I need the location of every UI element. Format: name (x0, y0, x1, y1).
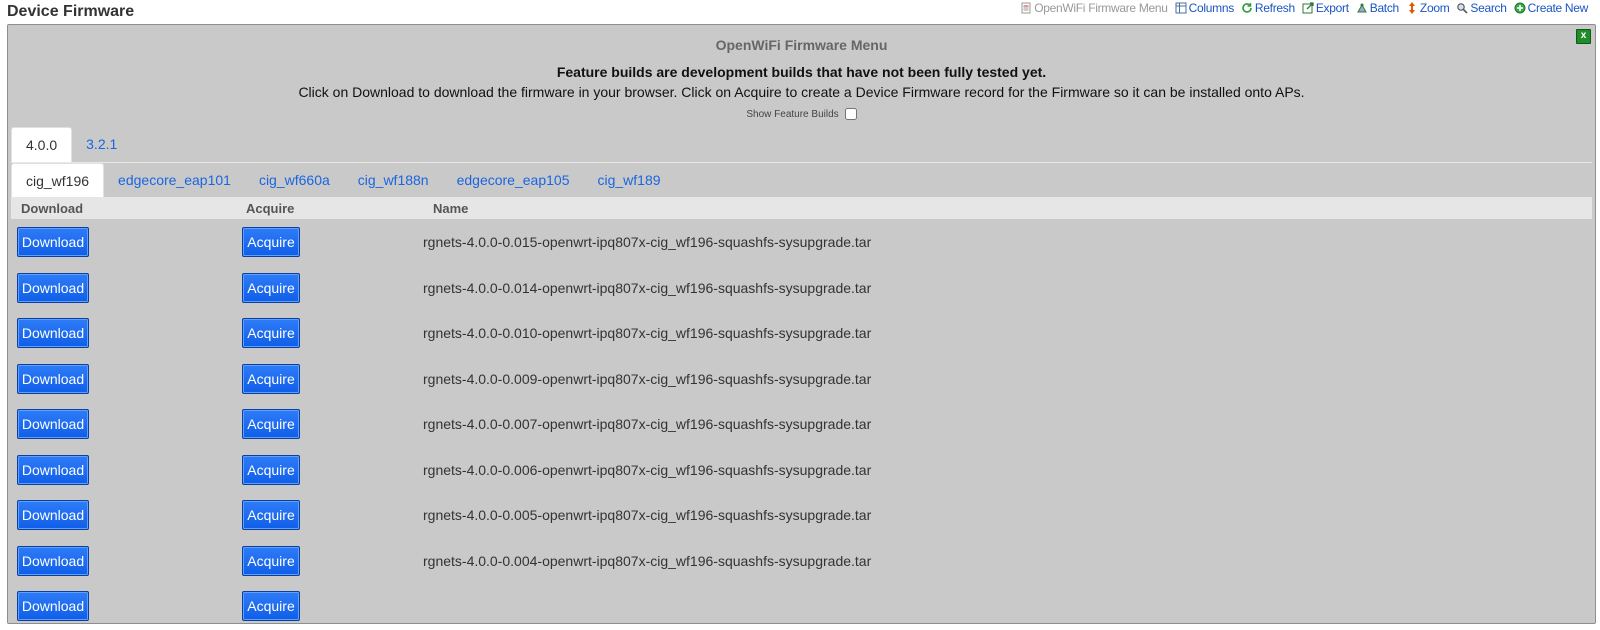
search-icon (1456, 2, 1468, 14)
tab-version-3-2-1[interactable]: 3.2.1 (72, 127, 131, 162)
tab-model-cig-wf188n[interactable]: cig_wf188n (344, 163, 443, 198)
download-button[interactable]: Download (17, 545, 89, 576)
panel-title: OpenWiFi Firmware Menu (715, 37, 888, 53)
table-row: Download Acquire rgnets-4.0.0-0.010-open… (11, 311, 1592, 357)
firmware-name: rgnets-4.0.0-0.005-openwrt-ipq807x-cig_w… (423, 507, 872, 523)
page-title: Device Firmware (7, 3, 135, 20)
acquire-button[interactable]: Acquire (242, 454, 300, 485)
show-feature-builds: Show Feature Builds (8, 108, 1595, 120)
download-button[interactable]: Download (17, 591, 89, 621)
firmware-name: rgnets-4.0.0-0.009-openwrt-ipq807x-cig_w… (423, 370, 872, 387)
acquire-button[interactable]: Acquire (242, 409, 300, 439)
instructions-text: Click on Download to download the firmwa… (298, 84, 1305, 100)
search-button[interactable]: Search (1456, 1, 1507, 15)
search-label: Search (1470, 1, 1507, 15)
acquire-button[interactable]: Acquire (242, 591, 300, 621)
tab-model-cig-wf189[interactable]: cig_wf189 (583, 163, 674, 198)
zoom-button[interactable]: Zoom (1406, 1, 1450, 15)
feature-builds-notice: Feature builds are development builds th… (556, 64, 1047, 80)
firmware-name: rgnets-4.0.0-0.007-openwrt-ipq807x-cig_w… (423, 416, 872, 432)
columns-button[interactable]: Columns (1175, 1, 1234, 15)
download-button[interactable]: Download (17, 227, 89, 257)
acquire-button[interactable]: Acquire (242, 545, 300, 576)
export-button[interactable]: Export (1302, 1, 1349, 15)
firmware-table-body: Download Acquire rgnets-4.0.0-0.015-open… (11, 220, 1592, 630)
download-button[interactable]: Download (17, 500, 89, 530)
download-button[interactable]: Download (17, 409, 89, 439)
tab-version-4-0-0[interactable]: 4.0.0 (11, 127, 73, 162)
create-new-icon (1514, 2, 1526, 14)
firmware-name: rgnets-4.0.0-0.006-openwrt-ipq807x-cig_w… (423, 461, 872, 478)
firmware-table-header: Download Acquire Name (11, 197, 1592, 219)
toolbar-openwifi-menu-label: OpenWiFi Firmware Menu (1034, 1, 1168, 15)
firmware-menu-panel: x OpenWiFi Firmware Menu Feature builds … (7, 24, 1596, 624)
batch-icon (1356, 2, 1368, 14)
batch-button[interactable]: Batch (1356, 1, 1399, 15)
toolbar-openwifi-menu: OpenWiFi Firmware Menu (1020, 1, 1168, 15)
version-tabs: 4.0.0 3.2.1 (11, 127, 1592, 163)
table-row: Download Acquire rgnets-4.0.0-0.014-open… (11, 266, 1592, 312)
columns-label: Columns (1188, 1, 1235, 15)
firmware-name: rgnets-4.0.0-0.010-openwrt-ipq807x-cig_w… (423, 325, 872, 341)
download-button[interactable]: Download (17, 318, 89, 348)
zoom-icon (1406, 2, 1418, 14)
acquire-button[interactable]: Acquire (242, 500, 300, 530)
acquire-button[interactable]: Acquire (242, 318, 300, 348)
tab-model-edgecore-eap101[interactable]: edgecore_eap101 (104, 163, 245, 198)
firmware-name: rgnets-4.0.0-0.015-openwrt-ipq807x-cig_w… (423, 234, 872, 250)
create-new-label: Create New (1527, 1, 1589, 15)
table-row: Download Acquire rgnets-4.0.0-0.006-open… (11, 448, 1592, 494)
tab-model-edgecore-eap105[interactable]: edgecore_eap105 (443, 163, 584, 198)
show-feature-builds-label: Show Feature Builds (746, 108, 839, 120)
table-row: Download Acquire rgnets-4.0.0-0.004-open… (11, 539, 1592, 585)
acquire-button[interactable]: Acquire (242, 272, 300, 303)
model-tabs: cig_wf196 edgecore_eap101 cig_wf660a cig… (11, 163, 1592, 199)
create-new-button[interactable]: Create New (1514, 1, 1588, 15)
firmware-name: rgnets-4.0.0-0.004-openwrt-ipq807x-cig_w… (423, 552, 872, 569)
columns-icon (1175, 2, 1187, 14)
acquire-button[interactable]: Acquire (242, 227, 300, 257)
export-label: Export (1315, 1, 1349, 15)
firmware-name: rgnets-4.0.0-0.014-openwrt-ipq807x-cig_w… (423, 279, 872, 296)
acquire-button[interactable]: Acquire (242, 363, 300, 394)
download-button[interactable]: Download (17, 454, 89, 485)
table-row: Download Acquire rgnets-4.0.0-0.007-open… (11, 402, 1592, 448)
table-row: Download Acquire rgnets-4.0.0-0.005-open… (11, 493, 1592, 539)
refresh-button[interactable]: Refresh (1241, 1, 1295, 15)
table-row: Download Acquire (11, 584, 1592, 630)
download-button[interactable]: Download (17, 272, 89, 303)
export-icon (1302, 2, 1314, 14)
column-header-name[interactable]: Name (433, 201, 468, 216)
tab-model-cig-wf660a[interactable]: cig_wf660a (245, 163, 344, 198)
table-row: Download Acquire rgnets-4.0.0-0.009-open… (11, 357, 1592, 403)
refresh-label: Refresh (1254, 1, 1295, 15)
tab-model-cig-wf196[interactable]: cig_wf196 (11, 163, 105, 198)
show-feature-builds-checkbox[interactable] (844, 108, 857, 120)
download-button[interactable]: Download (17, 363, 89, 394)
column-header-acquire[interactable]: Acquire (246, 201, 294, 216)
table-row: Download Acquire rgnets-4.0.0-0.015-open… (11, 220, 1592, 266)
toolbar: OpenWiFi Firmware Menu Columns Refresh E… (1020, 1, 1588, 15)
document-icon (1020, 2, 1032, 14)
zoom-label: Zoom (1419, 1, 1450, 15)
batch-label: Batch (1369, 1, 1399, 15)
refresh-icon (1241, 2, 1253, 14)
column-header-download[interactable]: Download (21, 201, 83, 216)
